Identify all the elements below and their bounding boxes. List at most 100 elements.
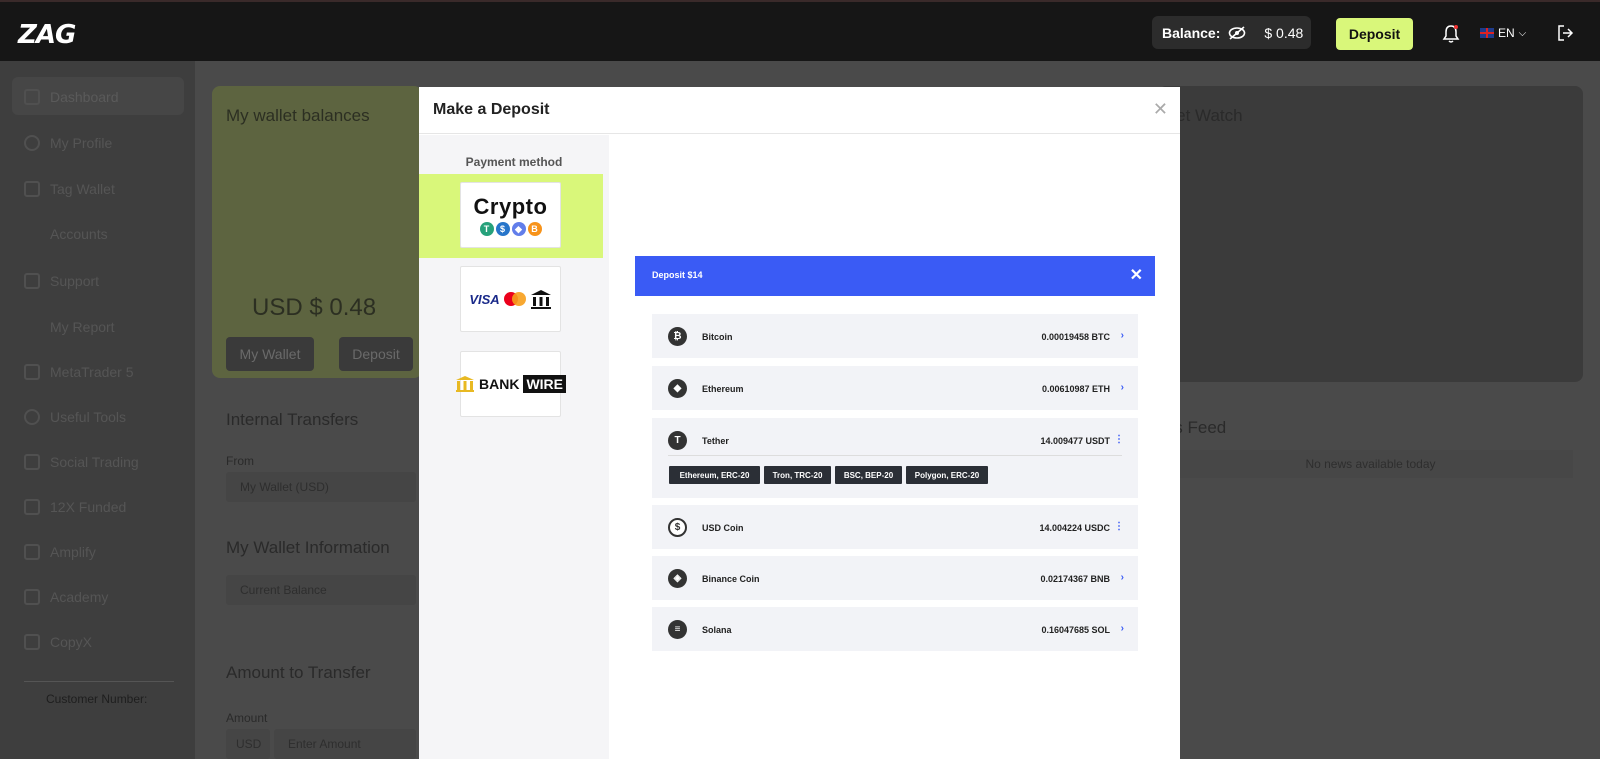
deposit-amount-title: Deposit $14 [652, 270, 703, 280]
bell-icon[interactable] [1442, 24, 1460, 44]
deposit-panel-header: Deposit $14 ✕ [635, 256, 1155, 296]
payment-method-crypto[interactable]: Crypto T $ ◆ B [460, 182, 561, 248]
wire-text: WIRE [523, 375, 567, 393]
sidebar-item-label: Social Trading [50, 454, 139, 470]
wallet-deposit-button[interactable]: Deposit [339, 337, 413, 371]
sidebar-item-label: CopyX [50, 634, 93, 650]
wallet-info-title: My Wallet Information [226, 538, 390, 557]
user-icon [24, 135, 40, 151]
wallet-balances-card: My wallet balances USD $ 0.48 [212, 86, 422, 378]
chevron-down-icon: ⌵ [1518, 27, 1527, 39]
ethereum-icon: ◆ [511, 222, 526, 236]
sidebar-item-label: MetaTrader 5 [50, 364, 134, 380]
brand-logo[interactable]: ZAG [18, 20, 76, 50]
sidebar-divider [24, 681, 174, 682]
close-icon[interactable]: ✕ [1130, 265, 1143, 285]
balance-value: $ 0.48 [1264, 24, 1304, 41]
eye-off-icon[interactable] [1228, 25, 1246, 40]
network-bep20-button[interactable]: BSC, BEP-20 [835, 466, 902, 484]
balance-display: Balance: $ 0.48 [1152, 16, 1311, 49]
bank-building-icon [456, 376, 474, 392]
currency-label: USD [226, 729, 270, 759]
tether-icon: T [668, 431, 687, 450]
coin-row-bitcoin[interactable]: ₿ Bitcoin 0.00019458 BTC › [652, 314, 1138, 358]
logout-icon[interactable] [1556, 24, 1574, 42]
coin-value: 0.00610987 ETH [1041, 384, 1110, 394]
sidebar: Dashboard My Profile Tag Wallet Accounts… [0, 61, 195, 759]
sidebar-item-12x-funded[interactable]: 12X Funded [24, 497, 126, 517]
close-icon[interactable]: ✕ [1153, 99, 1168, 120]
chart-icon [24, 634, 40, 650]
cards-logo-row: VISA [469, 288, 551, 310]
chevron-right-icon: › [1120, 330, 1124, 341]
sidebar-item-label: My Profile [50, 135, 113, 151]
bitcoin-icon: B [527, 222, 542, 236]
sidebar-item-accounts[interactable]: Accounts [24, 224, 108, 244]
amount-label: Amount [226, 711, 268, 725]
sidebar-item-copyx[interactable]: CopyX [24, 632, 92, 652]
payment-method-panel: Payment method Crypto T $ ◆ B VISA BANK … [419, 135, 609, 759]
my-wallet-button[interactable]: My Wallet [226, 337, 314, 371]
report-icon [24, 319, 40, 335]
sidebar-item-academy[interactable]: Academy [24, 587, 108, 607]
sidebar-item-my-report[interactable]: My Report [24, 317, 115, 337]
coin-row-ethereum[interactable]: ◆ Ethereum 0.00610987 ETH › [652, 366, 1138, 410]
sidebar-item-my-profile[interactable]: My Profile [24, 133, 112, 153]
sidebar-item-amplify[interactable]: Amplify [24, 542, 96, 562]
coin-value: 14.004224 USDC [1039, 523, 1110, 533]
deposit-button[interactable]: Deposit [1336, 18, 1413, 50]
amount-input[interactable]: Enter Amount [274, 729, 416, 759]
sidebar-item-dashboard[interactable]: Dashboard [24, 87, 119, 107]
network-polygon-button[interactable]: Polygon, ERC-20 [906, 466, 988, 484]
network-trc20-button[interactable]: Tron, TRC-20 [764, 466, 831, 484]
metatrader-icon [24, 364, 40, 380]
usdc-icon: $ [495, 222, 510, 236]
sidebar-item-label: Tag Wallet [50, 181, 115, 197]
sidebar-item-social-trading[interactable]: Social Trading [24, 452, 139, 472]
coin-name: USD Coin [702, 523, 744, 533]
tools-icon [24, 409, 40, 425]
coin-value: 0.16047685 SOL [1041, 625, 1110, 635]
chevron-right-icon: › [1120, 623, 1124, 634]
chart-icon [24, 544, 40, 560]
coin-name: Bitcoin [702, 332, 733, 342]
coin-row-usd-coin[interactable]: $ USD Coin 14.004224 USDC ⋮ [652, 505, 1138, 549]
solana-icon: ≡ [668, 620, 687, 639]
coin-row-solana[interactable]: ≡ Solana 0.16047685 SOL › [652, 607, 1138, 651]
bank-wire-logo: BANK WIRE [455, 375, 567, 393]
coin-row-tether[interactable]: T Tether 14.009477 USDT ⋮ Ethereum, ERC-… [652, 418, 1138, 498]
current-balance-label: Current Balance [226, 575, 416, 605]
accounts-icon [24, 226, 40, 242]
customer-number-label: Customer Number: [46, 692, 148, 706]
more-vertical-icon[interactable]: ⋮ [1114, 521, 1124, 532]
sidebar-item-support[interactable]: Support [24, 271, 99, 291]
sidebar-item-label: Dashboard [50, 89, 119, 105]
sidebar-item-useful-tools[interactable]: Useful Tools [24, 407, 126, 427]
market-watch-card: rket Watch [1158, 86, 1583, 382]
sidebar-item-metatrader[interactable]: MetaTrader 5 [24, 362, 134, 382]
row-divider [668, 455, 1122, 456]
balance-label: Balance: [1162, 24, 1221, 41]
sidebar-item-label: Amplify [50, 544, 96, 560]
uk-flag-icon [1480, 28, 1494, 38]
bitcoin-icon: ₿ [668, 327, 687, 346]
language-selector[interactable]: EN ⌵ [1480, 26, 1526, 40]
more-vertical-icon[interactable]: ⋮ [1114, 434, 1124, 445]
amount-transfer-title: Amount to Transfer [226, 663, 371, 682]
sidebar-item-label: 12X Funded [50, 499, 127, 515]
bank-icon [530, 290, 551, 309]
network-erc20-button[interactable]: Ethereum, ERC-20 [669, 466, 760, 484]
crypto-logo-text: Crypto [473, 194, 548, 219]
payment-method-cards[interactable]: VISA [460, 266, 561, 332]
coin-row-binance-coin[interactable]: ◈ Binance Coin 0.02174367 BNB › [652, 556, 1138, 600]
tether-icon: T [479, 222, 494, 236]
mastercard-icon [503, 292, 526, 306]
coin-name: Binance Coin [702, 574, 760, 584]
sidebar-item-tag-wallet[interactable]: Tag Wallet [24, 179, 115, 199]
payment-method-bank-wire[interactable]: BANK WIRE [456, 351, 567, 417]
from-select[interactable]: My Wallet (USD) [226, 472, 416, 502]
wallet-icon [24, 181, 40, 197]
payment-method-label: Payment method [465, 155, 563, 169]
crypto-coins-icons: T $ ◆ B [479, 222, 542, 236]
dashboard-icon [24, 89, 40, 105]
